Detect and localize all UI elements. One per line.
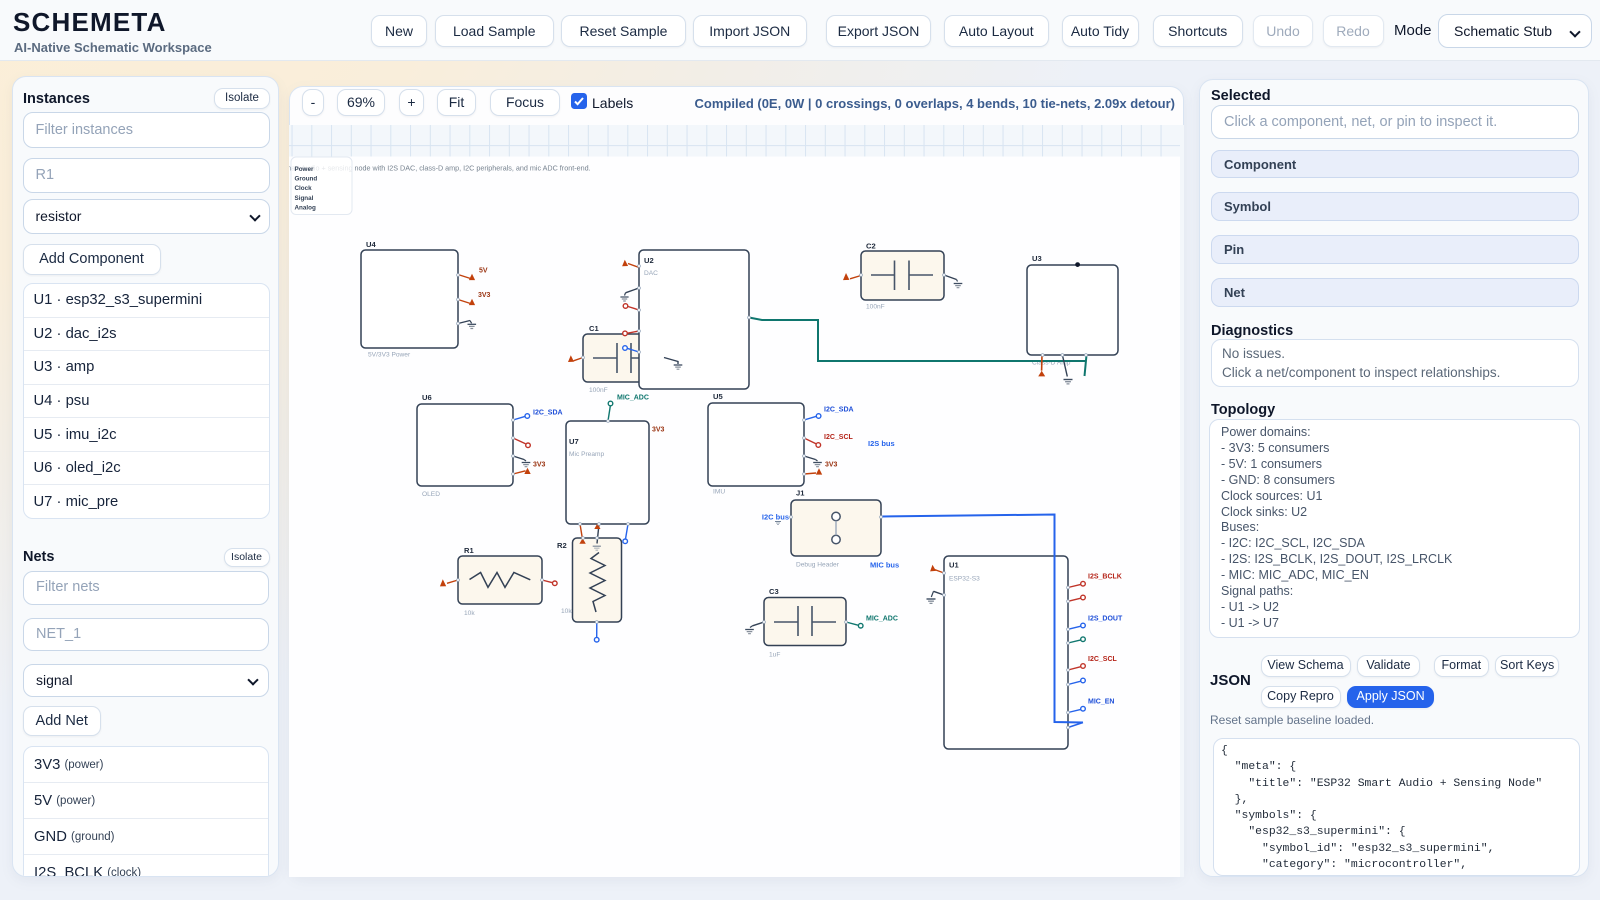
svg-text:I2C_SCL: I2C_SCL	[824, 434, 854, 441]
svg-text:10k: 10k	[561, 608, 572, 615]
svg-text:3V3: 3V3	[478, 292, 491, 299]
svg-text:I2S bus: I2S bus	[868, 439, 895, 448]
svg-text:Clock: Clock	[295, 185, 313, 192]
svg-text:U3: U3	[1032, 254, 1042, 263]
svg-text:OLED: OLED	[422, 491, 440, 498]
svg-text:I2C_SDA: I2C_SDA	[824, 407, 854, 414]
svg-text:J1: J1	[796, 489, 805, 498]
svg-text:5V: 5V	[479, 268, 488, 275]
svg-text:U4: U4	[366, 240, 376, 249]
svg-text:I2C bus: I2C bus	[762, 513, 789, 522]
svg-text:Analog: Analog	[295, 204, 316, 211]
svg-text:C2: C2	[866, 242, 876, 251]
svg-text:10k: 10k	[464, 610, 475, 617]
svg-text:100nF: 100nF	[589, 387, 608, 394]
svg-text:5V/3V3 Power: 5V/3V3 Power	[368, 352, 411, 359]
svg-text:IMU: IMU	[713, 489, 725, 496]
svg-text:3V3: 3V3	[825, 462, 838, 469]
svg-text:MIC_ADC: MIC_ADC	[866, 616, 898, 623]
svg-text:3V3: 3V3	[533, 462, 546, 469]
svg-text:ESP32-S3: ESP32-S3	[949, 576, 980, 583]
svg-text:I2S_DOUT: I2S_DOUT	[1088, 615, 1123, 622]
svg-text:DAC: DAC	[644, 270, 658, 277]
svg-text:MIC bus: MIC bus	[870, 561, 899, 570]
svg-text:C1: C1	[589, 324, 599, 333]
svg-text:Mic Preamp: Mic Preamp	[569, 451, 605, 458]
svg-text:I2C_SDA: I2C_SDA	[533, 410, 563, 417]
svg-text:Debug Header: Debug Header	[796, 562, 840, 569]
svg-text:U7: U7	[569, 437, 579, 446]
svg-text:U5: U5	[713, 392, 723, 401]
svg-text:U2: U2	[644, 256, 654, 265]
svg-text:3V3: 3V3	[652, 427, 665, 434]
svg-text:U1: U1	[949, 561, 959, 570]
svg-text:R1: R1	[464, 546, 474, 555]
svg-text:100nF: 100nF	[866, 304, 885, 311]
svg-text:MIC_EN: MIC_EN	[1088, 699, 1114, 706]
svg-text:I2C_SCL: I2C_SCL	[1088, 656, 1118, 663]
svg-text:I2S_BCLK: I2S_BCLK	[1088, 574, 1122, 581]
svg-text:MIC_ADC: MIC_ADC	[617, 395, 649, 402]
svg-text:R2: R2	[557, 541, 567, 550]
svg-text:1uF: 1uF	[769, 652, 780, 659]
svg-text:Ground: Ground	[295, 176, 318, 183]
svg-text:Power: Power	[295, 166, 314, 173]
svg-text:Signal: Signal	[295, 195, 314, 202]
svg-text:U6: U6	[422, 393, 432, 402]
svg-text:C3: C3	[769, 587, 779, 596]
